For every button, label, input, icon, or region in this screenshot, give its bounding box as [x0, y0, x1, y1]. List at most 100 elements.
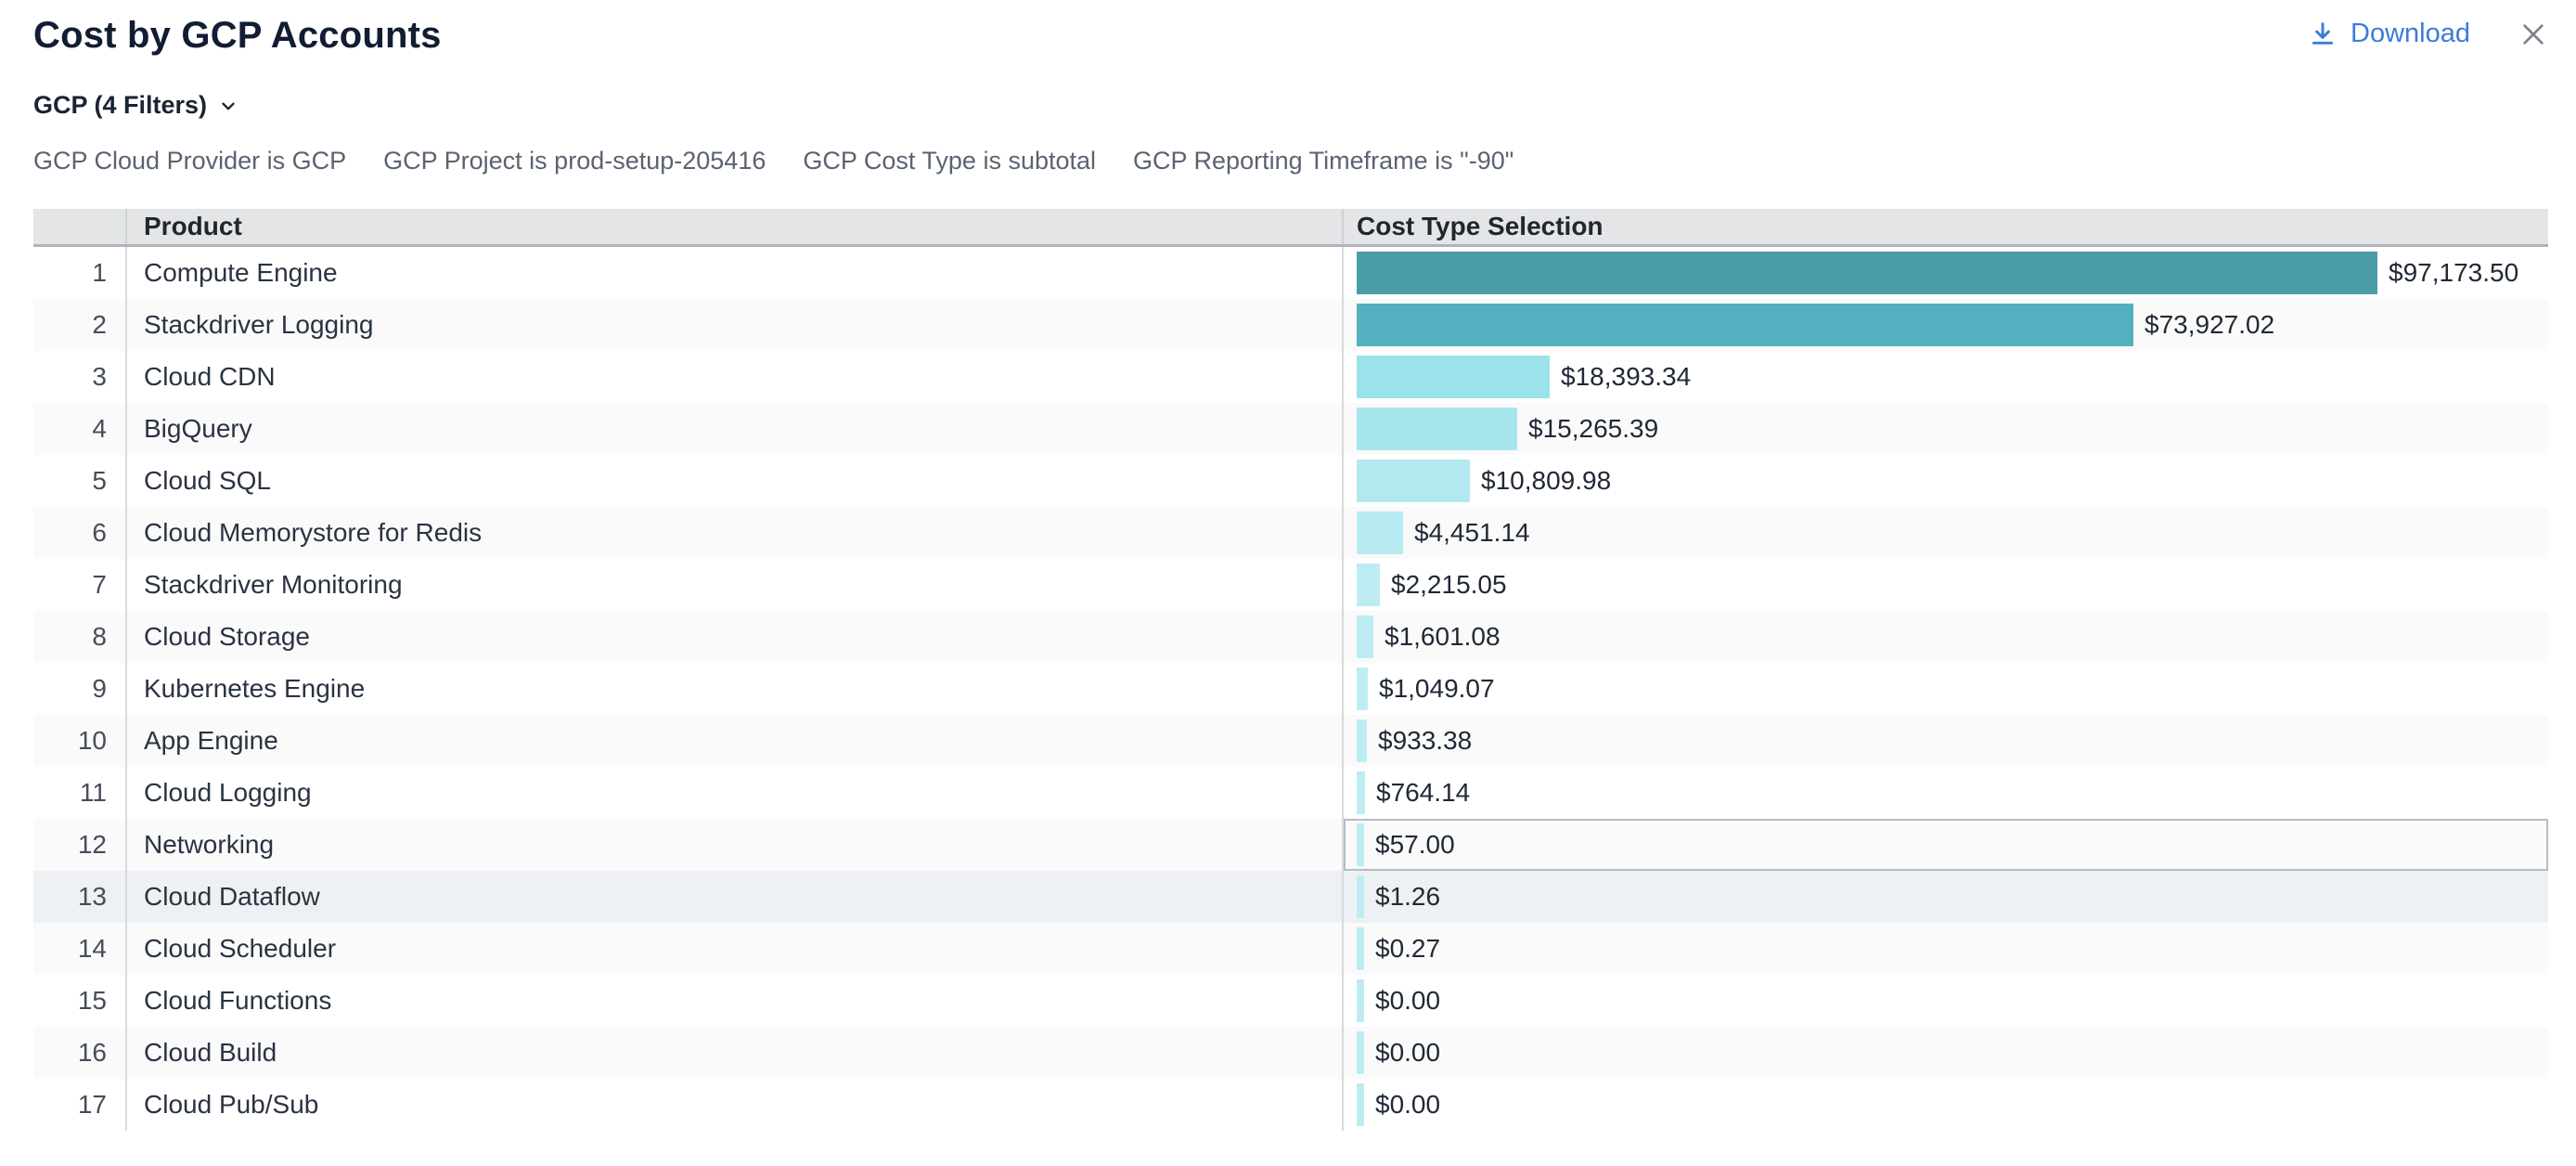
cost-bar [1357, 1031, 1364, 1074]
cost-bar [1357, 304, 2133, 346]
cost-cell[interactable]: $0.00 [1344, 975, 2548, 1027]
product-cell: Cloud SQL [127, 455, 1344, 507]
cost-cell[interactable]: $57.00 [1344, 819, 2548, 871]
cost-bar [1357, 1083, 1364, 1126]
product-cell: Stackdriver Monitoring [127, 559, 1344, 611]
table-row[interactable]: 5Cloud SQL $10,809.98 [33, 455, 2548, 507]
download-button[interactable]: Download [2308, 19, 2470, 49]
close-icon[interactable] [2518, 19, 2548, 49]
cost-bar [1357, 823, 1364, 866]
row-index: 14 [33, 923, 127, 975]
table-row[interactable]: 3Cloud CDN$18,393.34 [33, 351, 2548, 403]
table-row[interactable]: 9Kubernetes Engine$1,049.07 [33, 663, 2548, 715]
row-index: 12 [33, 819, 127, 871]
download-label: Download [2351, 19, 2470, 49]
cost-bar [1357, 875, 1364, 918]
cost-bar [1357, 979, 1364, 1022]
row-index: 10 [33, 715, 127, 767]
cost-value: $57.00 [1375, 830, 1455, 860]
table-row[interactable]: 14Cloud Scheduler$0.27 [33, 923, 2548, 975]
cost-bar [1357, 615, 1373, 658]
product-cell: Compute Engine [127, 247, 1344, 299]
cost-cell[interactable]: $18,393.34 [1344, 351, 2548, 403]
filter-item: GCP Cloud Provider is GCP [33, 147, 346, 175]
cost-bar [1357, 719, 1367, 762]
product-cell: Kubernetes Engine [127, 663, 1344, 715]
cost-cell[interactable]: $764.14 [1344, 767, 2548, 819]
cost-value: $2,215.05 [1391, 570, 1507, 600]
row-index: 17 [33, 1079, 127, 1131]
cost-bar [1357, 252, 2377, 294]
cost-value: $933.38 [1378, 726, 1472, 756]
product-column-header[interactable]: Product [127, 209, 1344, 244]
product-cell: Cloud Scheduler [127, 923, 1344, 975]
cost-cell[interactable]: $10,809.98 [1344, 455, 2548, 507]
product-cell: Cloud Storage [127, 611, 1344, 663]
row-index-column-header [33, 209, 127, 244]
cost-bar [1357, 356, 1550, 398]
header-actions: Download [2308, 19, 2548, 49]
product-cell: App Engine [127, 715, 1344, 767]
table-row[interactable]: 4BigQuery$15,265.39 [33, 403, 2548, 455]
product-cell: Cloud Dataflow [127, 871, 1344, 923]
cost-value: $0.00 [1375, 986, 1440, 1016]
table-row[interactable]: 15Cloud Functions $0.00 [33, 975, 2548, 1027]
cost-cell[interactable]: $1.26 [1344, 871, 2548, 923]
table-row[interactable]: 12Networking $57.00 [33, 819, 2548, 871]
table-row[interactable]: 13Cloud Dataflow $1.26 [33, 871, 2548, 923]
cost-cell[interactable]: $0.00 [1344, 1079, 2548, 1131]
table-row[interactable]: 1Compute Engine$97,173.50 [33, 247, 2548, 299]
cost-table: Product Cost Type Selection 1Compute Eng… [33, 209, 2548, 1131]
cost-cell[interactable]: $0.27 [1344, 923, 2548, 975]
table-header: Product Cost Type Selection [33, 209, 2548, 247]
cost-value: $1,049.07 [1379, 674, 1495, 704]
cost-value: $4,451.14 [1414, 518, 1530, 548]
cost-cell[interactable]: $933.38 [1344, 715, 2548, 767]
product-cell: Cloud CDN [127, 351, 1344, 403]
cost-cell[interactable]: $2,215.05 [1344, 559, 2548, 611]
filter-item: GCP Reporting Timeframe is "-90" [1133, 147, 1513, 175]
cost-value: $0.00 [1375, 1038, 1440, 1068]
table-body: 1Compute Engine$97,173.502Stackdriver Lo… [33, 247, 2548, 1131]
cost-cell[interactable]: $0.00 [1344, 1027, 2548, 1079]
product-cell: BigQuery [127, 403, 1344, 455]
table-row[interactable]: 16Cloud Build$0.00 [33, 1027, 2548, 1079]
table-row[interactable]: 10App Engine $933.38 [33, 715, 2548, 767]
table-row[interactable]: 8Cloud Storage$1,601.08 [33, 611, 2548, 663]
download-icon [2308, 19, 2338, 49]
cost-bar [1357, 927, 1364, 970]
cost-bar [1357, 408, 1517, 450]
product-cell: Networking [127, 819, 1344, 871]
cost-bar [1357, 771, 1365, 814]
row-index: 1 [33, 247, 127, 299]
cost-cell[interactable]: $15,265.39 [1344, 403, 2548, 455]
page-title: Cost by GCP Accounts [33, 15, 442, 57]
row-index: 3 [33, 351, 127, 403]
cost-value: $10,809.98 [1481, 466, 1611, 496]
filters-summary: GCP (4 Filters) [33, 91, 207, 120]
table-row[interactable]: 7Stackdriver Monitoring$2,215.05 [33, 559, 2548, 611]
product-cell: Cloud Functions [127, 975, 1344, 1027]
cost-value: $1.26 [1375, 882, 1440, 912]
cost-bar [1357, 460, 1470, 502]
cost-value: $1,601.08 [1385, 622, 1501, 652]
cost-cell[interactable]: $1,049.07 [1344, 663, 2548, 715]
cost-cell[interactable]: $1,601.08 [1344, 611, 2548, 663]
row-index: 15 [33, 975, 127, 1027]
cost-column-header[interactable]: Cost Type Selection [1344, 209, 2548, 244]
chevron-down-icon [218, 96, 238, 116]
table-row[interactable]: 17Cloud Pub/Sub$0.00 [33, 1079, 2548, 1131]
cost-bar [1357, 512, 1403, 554]
cost-cell[interactable]: $4,451.14 [1344, 507, 2548, 559]
row-index: 2 [33, 299, 127, 351]
cost-cell[interactable]: $97,173.50 [1344, 247, 2548, 299]
cost-cell[interactable]: $73,927.02 [1344, 299, 2548, 351]
table-row[interactable]: 11Cloud Logging$764.14 [33, 767, 2548, 819]
row-index: 5 [33, 455, 127, 507]
table-row[interactable]: 6Cloud Memorystore for Redis$4,451.14 [33, 507, 2548, 559]
filters-dropdown[interactable]: GCP (4 Filters) [33, 91, 238, 120]
product-cell: Cloud Pub/Sub [127, 1079, 1344, 1131]
row-index: 13 [33, 871, 127, 923]
row-index: 16 [33, 1027, 127, 1079]
table-row[interactable]: 2Stackdriver Logging$73,927.02 [33, 299, 2548, 351]
